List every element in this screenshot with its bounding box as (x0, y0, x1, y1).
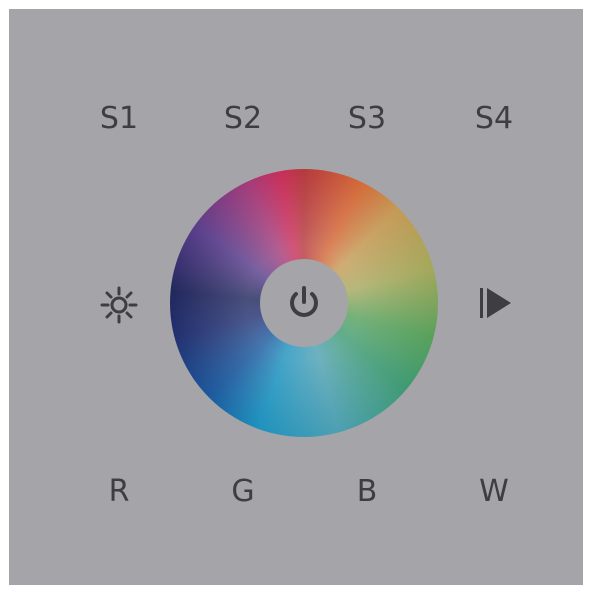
brightness-icon[interactable] (99, 285, 139, 325)
scene-button-s2[interactable]: S2 (224, 104, 262, 134)
power-button[interactable] (260, 259, 348, 347)
channel-button-b[interactable]: B (357, 477, 378, 507)
channel-button-g[interactable]: G (231, 477, 254, 507)
power-icon (290, 286, 318, 317)
play-icon[interactable] (478, 285, 514, 321)
channel-button-w[interactable]: W (479, 477, 509, 507)
channel-button-r[interactable]: R (109, 477, 130, 507)
scene-button-s3[interactable]: S3 (348, 104, 386, 134)
scene-button-s1[interactable]: S1 (100, 104, 138, 134)
scene-button-s4[interactable]: S4 (475, 104, 513, 134)
